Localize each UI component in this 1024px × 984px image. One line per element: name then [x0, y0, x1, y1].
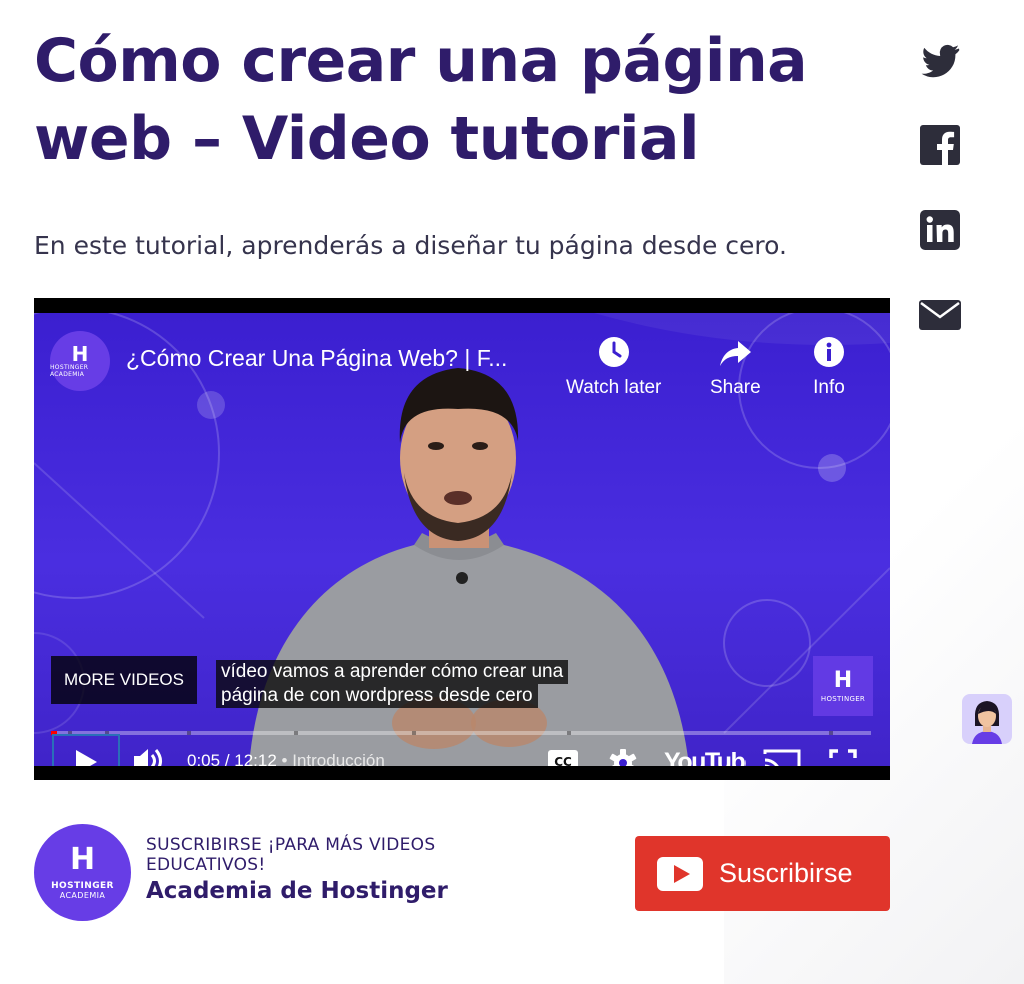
video-player[interactable]: H HOSTINGER ACADEMIA ¿Cómo Crear Una Pág…	[34, 298, 890, 780]
progress-bar[interactable]	[51, 731, 871, 735]
volume-icon	[134, 749, 162, 766]
youtube-logo[interactable]: YouTube	[664, 746, 760, 766]
settings-button[interactable]	[608, 748, 638, 766]
subscribe-button-label: Suscribirse	[719, 858, 853, 888]
subscribe-section: H HOSTINGER ACADEMIA SUSCRIBIRSE ¡PARA M…	[34, 824, 894, 924]
share-sidebar	[918, 38, 964, 378]
time-total: 12:12	[234, 751, 277, 766]
more-videos-button[interactable]: MORE VIDEOS	[51, 656, 197, 704]
time-separator: /	[220, 751, 235, 766]
chapter-marker	[294, 731, 298, 735]
volume-button[interactable]	[132, 746, 166, 766]
clock-icon	[598, 337, 629, 367]
youtube-play-icon	[657, 856, 703, 891]
play-button[interactable]	[52, 734, 120, 766]
page-title: Cómo crear una página web – Video tutori…	[34, 26, 808, 174]
linkedin-icon[interactable]	[918, 208, 962, 252]
channel-logo[interactable]: H HOSTINGER ACADEMIA	[50, 331, 110, 391]
subscribe-button[interactable]: Suscribirse	[635, 836, 890, 911]
player-controls: 0:05 / 12:12 • Introducción CC YouTub	[34, 734, 890, 766]
chapter-label[interactable]: Introducción	[292, 751, 385, 766]
chapter-separator: •	[276, 751, 293, 766]
chapter-marker	[412, 731, 416, 735]
watermark-logo-mark: H	[833, 667, 853, 693]
hostinger-logo-mark: H	[71, 342, 89, 366]
twitter-icon[interactable]	[918, 38, 962, 82]
closed-captions-icon: CC	[548, 750, 578, 766]
cast-button[interactable]	[763, 748, 801, 766]
share-label: Share	[710, 377, 761, 398]
caption-line-2: página de con wordpress desde cero	[216, 684, 538, 708]
time-current: 0:05	[187, 751, 221, 766]
video-frame[interactable]: H HOSTINGER ACADEMIA ¿Cómo Crear Una Pág…	[34, 313, 890, 766]
youtube-logo-icon: YouTube	[664, 748, 760, 766]
caption-line-1: vídeo vamos a aprender cómo crear una	[216, 660, 569, 684]
watch-later-label: Watch later	[566, 377, 662, 398]
envelope-icon[interactable]	[918, 293, 962, 337]
chapter-marker	[829, 731, 833, 735]
assistant-avatar-icon	[972, 701, 1002, 744]
subscribe-cta-text: SUSCRIBIRSE ¡PARA MÁS VIDEOS EDUCATIVOS!	[146, 835, 436, 875]
info-label: Info	[813, 377, 845, 398]
hostinger-avatar-mark: H	[69, 842, 96, 877]
watermark-text: HOSTINGER	[820, 694, 866, 703]
play-icon	[76, 750, 97, 766]
chapter-marker	[567, 731, 571, 735]
info-icon	[814, 337, 844, 367]
fullscreen-icon	[829, 749, 857, 758]
gear-icon	[609, 749, 637, 766]
avatar-line-2: ACADEMIA	[59, 891, 106, 900]
watch-later-button[interactable]: Watch later	[566, 335, 661, 399]
share-arrow-icon	[720, 341, 752, 366]
avatar-line-1: HOSTINGER	[51, 881, 114, 891]
channel-logo-text: HOSTINGER ACADEMIA	[50, 364, 89, 378]
video-caption: vídeo vamos a aprender cómo crear una pá…	[216, 660, 569, 708]
channel-watermark[interactable]: H HOSTINGER	[813, 656, 873, 716]
captions-button[interactable]: CC	[546, 747, 580, 766]
chapter-marker	[187, 731, 191, 735]
fullscreen-button[interactable]	[828, 748, 858, 766]
channel-name[interactable]: Academia de Hostinger	[146, 878, 448, 904]
youtube-logo-text: YouTube	[664, 748, 746, 766]
svg-text:CC: CC	[554, 755, 572, 766]
channel-avatar[interactable]: H HOSTINGER ACADEMIA	[34, 824, 131, 921]
page-subtitle: En este tutorial, aprenderás a diseñar t…	[34, 231, 787, 260]
video-title[interactable]: ¿Cómo Crear Una Página Web? | F...	[126, 345, 507, 372]
cast-icon	[763, 749, 801, 766]
chat-assistant-avatar[interactable]	[962, 694, 1012, 744]
share-button[interactable]: Share	[710, 335, 761, 399]
facebook-icon[interactable]	[918, 123, 962, 167]
info-button[interactable]: Info	[812, 335, 846, 399]
time-display: 0:05 / 12:12 • Introducción	[187, 751, 385, 766]
